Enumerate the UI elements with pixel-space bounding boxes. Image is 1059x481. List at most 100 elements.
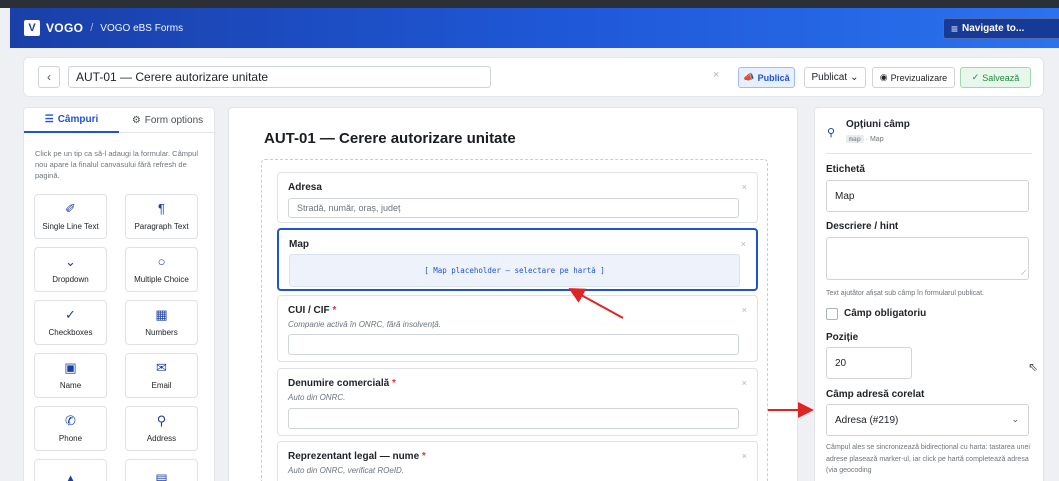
tile-address[interactable]: ⚲ Address <box>125 406 198 451</box>
tile-label: Dropdown <box>52 275 89 284</box>
position-label: Poziție <box>826 332 859 343</box>
remove-field-icon[interactable]: × <box>742 305 747 315</box>
hamburger-icon: ≡ <box>951 21 959 36</box>
tile-date[interactable]: ▤ <box>125 459 198 481</box>
tile-label: Single Line Text <box>42 222 99 231</box>
gear-icon: ⚙ <box>131 115 141 126</box>
check-icon: ✓ <box>65 307 76 322</box>
mouse-cursor-icon: ⇖ <box>1028 360 1039 374</box>
tile-email[interactable]: ✉ Email <box>125 353 198 398</box>
save-button[interactable]: ✓ Salvează <box>960 67 1031 88</box>
linked-address-value: Adresa (#219) <box>835 414 899 426</box>
hint-textarea[interactable]: ⟋ <box>826 237 1029 280</box>
field-type-subtitle: map · Map <box>846 135 884 143</box>
back-button[interactable]: ‹ <box>38 66 60 88</box>
tile-numbers[interactable]: ▦ Numbers <box>125 300 198 345</box>
label-input[interactable]: Map <box>826 180 1029 212</box>
id-card-icon: ▣ <box>64 360 77 375</box>
field-type-chip: map <box>846 135 864 143</box>
tile-label: Numbers <box>145 328 178 337</box>
chevron-down-icon: ⌄ <box>850 72 859 83</box>
tile-label: Email <box>151 381 172 390</box>
tile-label: Address <box>146 434 177 443</box>
field-card-adresa[interactable]: Adresa × Stradă, număr, oraș, județ <box>277 172 758 223</box>
check-icon: ✓ <box>971 72 980 82</box>
field-description: Auto din ONRC, verificat ROeID. <box>288 466 405 475</box>
field-label: CUI / CIF * <box>288 305 336 316</box>
pencil-icon: ✐ <box>65 201 76 216</box>
palette-tabs: ☰ Câmpuri ⚙ Form options <box>24 108 216 133</box>
publish-button[interactable]: 📣 Publică <box>738 67 795 88</box>
status-label: Publicat <box>811 72 848 83</box>
required-checkbox-label[interactable]: Câmp obligatoriu <box>844 308 926 319</box>
remove-field-icon[interactable]: × <box>742 182 747 192</box>
clear-title-icon[interactable]: × <box>713 69 719 81</box>
field-card-denumire[interactable]: Denumire comercială * Auto din ONRC. × <box>277 368 758 436</box>
field-label-text: CUI / CIF <box>288 305 330 316</box>
required-checkbox[interactable] <box>826 308 838 320</box>
required-asterisk: * <box>391 378 396 389</box>
chevron-down-icon: ⌄ <box>65 254 76 269</box>
field-label-text: Denumire comercială <box>288 378 390 389</box>
map-icon: ▲ <box>64 470 77 481</box>
chevron-down-icon: ⌄ <box>1011 414 1019 424</box>
phone-icon: ✆ <box>65 413 76 428</box>
form-toolbar: ‹ × 📣Publică Publicat⌄ ◉Previzualizare ✓… <box>23 57 1044 97</box>
paragraph-icon: ¶ <box>158 201 165 216</box>
tile-label: Multiple Choice <box>134 275 189 284</box>
field-card-map-selected[interactable]: Map × [ Map placeholder — selectare pe h… <box>277 228 758 291</box>
options-title: Opțiuni câmp <box>846 119 910 130</box>
field-label: Map <box>289 239 309 250</box>
resize-grip-icon[interactable]: ⟋ <box>1021 270 1026 278</box>
tile-single-line-text[interactable]: ✐ Single Line Text <box>34 194 107 239</box>
tile-label: Checkboxes <box>48 328 93 337</box>
breadcrumb-current[interactable]: VOGO eBS Forms <box>100 23 183 34</box>
options-divider <box>826 153 1032 154</box>
navigate-to-button[interactable]: ≡ Navigate to... <box>943 18 1059 39</box>
field-label: Reprezentant legal — nume * <box>288 451 426 462</box>
linked-address-help: Câmpul ales se sincronizează bidirecțion… <box>826 444 1030 474</box>
tab-form-options[interactable]: ⚙ Form options <box>119 108 216 133</box>
tile-label: Paragraph Text <box>134 222 189 231</box>
field-label: Adresa <box>288 182 322 193</box>
brand-name[interactable]: VOGO <box>46 21 83 35</box>
tile-label: Phone <box>58 434 83 443</box>
tile-dropdown[interactable]: ⌄ Dropdown <box>34 247 107 292</box>
linked-address-select[interactable]: Adresa (#219) ⌄ <box>826 404 1029 436</box>
tile-paragraph-text[interactable]: ¶ Paragraph Text <box>125 194 198 239</box>
preview-button[interactable]: ◉ Previzualizare <box>872 67 955 88</box>
tab-fields-label: Câmpuri <box>57 114 99 125</box>
denumire-input-preview <box>288 408 739 429</box>
window-top-strip <box>0 0 1059 8</box>
field-options-panel: ⚲ Opțiuni câmp map · Map Etichetă Map De… <box>814 107 1044 481</box>
remove-field-icon[interactable]: × <box>741 239 746 249</box>
vogo-logo: V <box>24 20 40 36</box>
calendar-icon: ▤ <box>155 470 168 481</box>
tile-map[interactable]: ▲ <box>34 459 107 481</box>
label-field-label: Etichetă <box>826 164 865 175</box>
tile-multiple-choice[interactable]: ○ Multiple Choice <box>125 247 198 292</box>
tile-name[interactable]: ▣ Name <box>34 353 107 398</box>
form-heading: AUT-01 — Cerere autorizare unitate <box>264 130 516 147</box>
eye-icon: ◉ <box>879 72 888 82</box>
form-title-input[interactable] <box>68 66 491 88</box>
required-asterisk: * <box>332 305 337 316</box>
save-label: Salvează <box>982 72 1020 83</box>
field-palette-panel: ☰ Câmpuri ⚙ Form options Click pe un tip c… <box>23 107 216 481</box>
tile-phone[interactable]: ✆ Phone <box>34 406 107 451</box>
hint-field-label: Descriere / hint <box>826 221 899 232</box>
field-card-reprezentant[interactable]: Reprezentant legal — nume * Auto din ONR… <box>277 441 758 481</box>
field-card-cui[interactable]: CUI / CIF * Companie activă în ONRC, făr… <box>277 295 758 362</box>
field-description: Auto din ONRC. <box>288 393 346 402</box>
field-label: Denumire comercială * <box>288 378 396 389</box>
tile-label: Name <box>59 381 82 390</box>
tile-checkboxes[interactable]: ✓ Checkboxes <box>34 300 107 345</box>
publish-label: Publică <box>757 72 790 83</box>
remove-field-icon[interactable]: × <box>742 378 747 388</box>
palette-hint: Click pe un tip ca să-l adaugi la formul… <box>35 149 198 180</box>
remove-field-icon[interactable]: × <box>742 451 747 461</box>
tab-fields[interactable]: ☰ Câmpuri <box>24 108 119 133</box>
position-input[interactable]: 20 <box>826 347 912 379</box>
hint-help-text: Text ajutător afișat sub câmp în formula… <box>826 290 984 297</box>
status-dropdown[interactable]: Publicat ⌄ <box>804 67 866 88</box>
